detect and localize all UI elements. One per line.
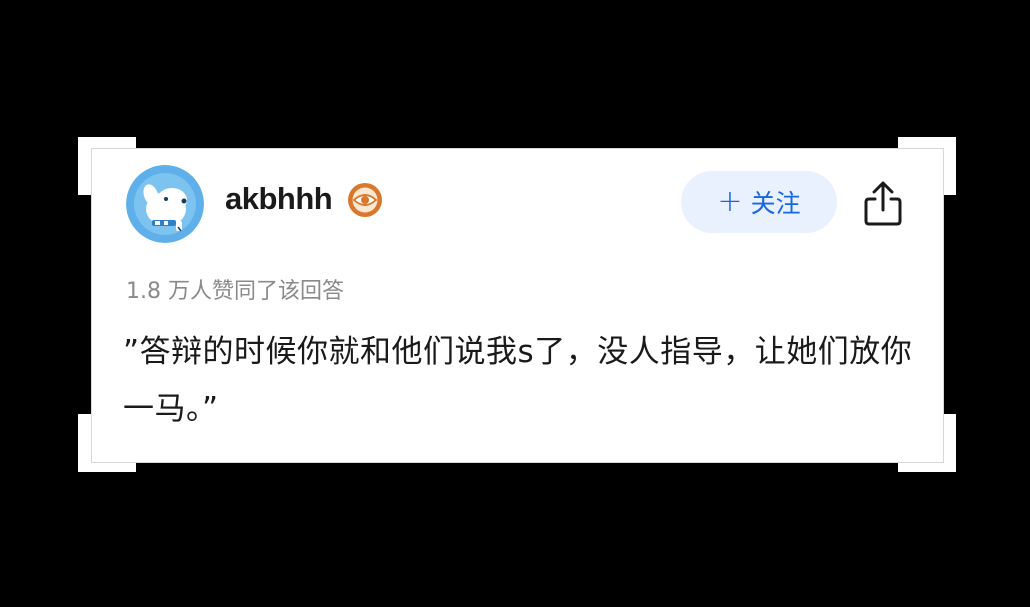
answer-text: ”答辩的时候你就和他们说我s了，没人指导，让她们放你一马。” xyxy=(123,334,913,427)
likes-count-text: 1.8 万人赞同了该回答 xyxy=(126,279,344,304)
follow-button[interactable]: + 关注 xyxy=(681,171,837,233)
plus-icon: + xyxy=(717,184,743,219)
share-icon[interactable] xyxy=(860,179,906,229)
author-name[interactable]: akbhhh xyxy=(225,181,333,217)
dog-avatar-icon xyxy=(126,165,204,243)
screenshot-stage: akbhhh + 关注 1.8 万人赞同了该回答 ”答辩的时候你就和他们说我s了… xyxy=(0,0,1030,607)
follow-label: 关注 xyxy=(750,189,801,218)
answer-card: akbhhh + 关注 1.8 万人赞同了该回答 ”答辩的时候你就和他们说我s了… xyxy=(91,148,944,463)
author-avatar[interactable] xyxy=(126,165,204,243)
eye-badge-icon xyxy=(347,182,383,218)
